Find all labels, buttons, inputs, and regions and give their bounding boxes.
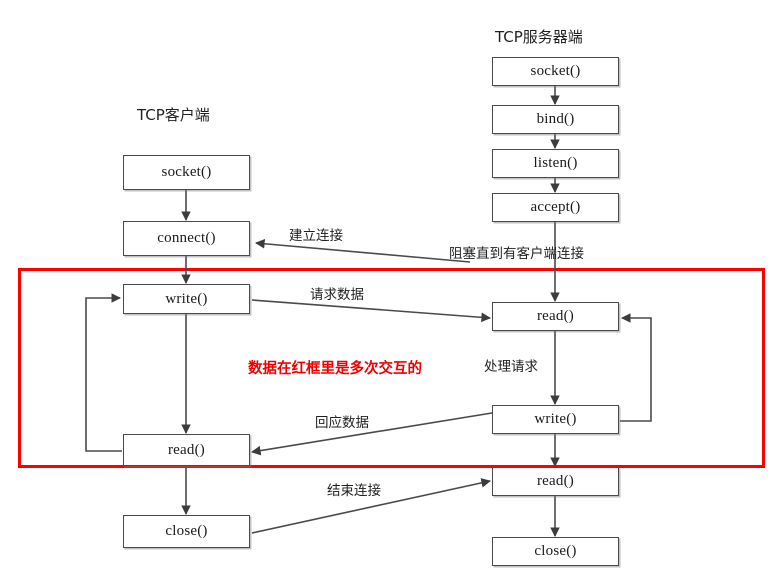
node-server-accept[interactable]: accept(): [492, 193, 619, 222]
node-server-close[interactable]: close(): [492, 537, 619, 566]
edge-label-establish-connection: 建立连接: [289, 228, 343, 244]
client-column-title: TCP客户端: [137, 106, 210, 124]
node-server-listen[interactable]: listen(): [492, 149, 619, 178]
node-label: close(): [534, 543, 577, 559]
node-label: accept(): [530, 199, 581, 215]
node-label: socket(): [530, 63, 581, 79]
node-client-write[interactable]: write(): [123, 284, 250, 314]
node-label: write(): [534, 411, 577, 427]
edge-label-handle-request: 处理请求: [484, 359, 538, 375]
node-server-write[interactable]: write(): [492, 405, 619, 434]
node-client-read[interactable]: read(): [123, 434, 250, 466]
connector-layer: [85, 86, 652, 537]
node-label: read(): [536, 308, 574, 324]
node-server-socket[interactable]: socket(): [492, 57, 619, 86]
edge-label-end-connection: 结束连接: [327, 483, 381, 499]
node-label: listen(): [533, 155, 578, 171]
red-annotation-note: 数据在红框里是多次交互的: [248, 361, 422, 377]
node-label: bind(): [536, 111, 575, 127]
node-server-bind[interactable]: bind(): [492, 105, 619, 134]
edge-label-request-data: 请求数据: [310, 287, 364, 303]
edge-label-block-until-client: 阻塞直到有客户端连接: [449, 246, 584, 262]
node-label: connect(): [157, 230, 216, 246]
node-server-read[interactable]: read(): [492, 302, 619, 331]
node-label: socket(): [161, 164, 212, 180]
node-client-socket[interactable]: socket(): [123, 155, 250, 190]
node-client-connect[interactable]: connect(): [123, 221, 250, 256]
node-server-read-final[interactable]: read(): [492, 467, 619, 496]
node-label: read(): [167, 441, 205, 458]
node-label: read(): [536, 473, 574, 489]
server-column-title: TCP服务器端: [495, 28, 583, 46]
edge-label-response-data: 回应数据: [315, 415, 369, 431]
node-label: write(): [165, 290, 208, 307]
node-client-close[interactable]: close(): [123, 515, 250, 548]
node-label: close(): [165, 523, 208, 539]
tcp-flow-diagram: TCP客户端 TCP服务器端 socket() connect() write(…: [0, 0, 772, 580]
